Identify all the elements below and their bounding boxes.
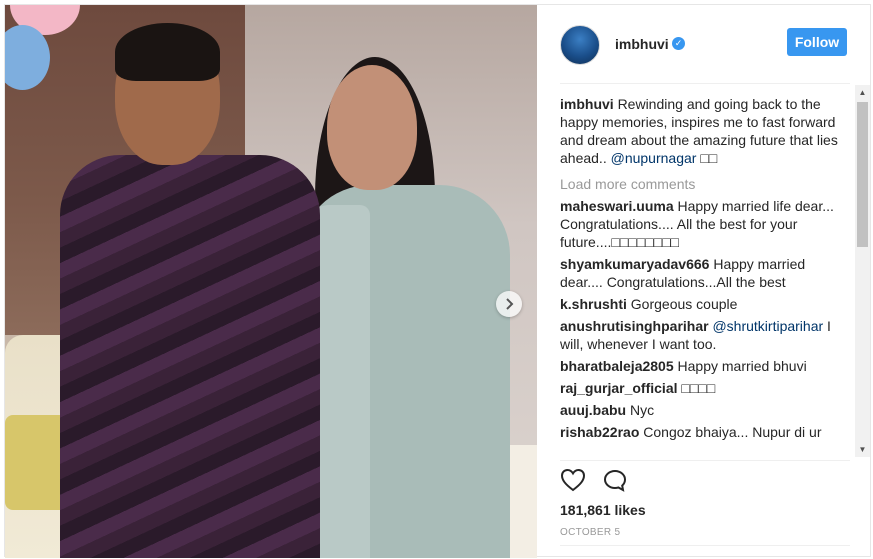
comment-icon[interactable]	[602, 468, 628, 492]
scrollbar-thumb[interactable]	[857, 102, 868, 247]
actions-divider	[560, 460, 850, 461]
comment-item: k.shrushti Gorgeous couple	[560, 295, 842, 313]
comment-text: Nyc	[630, 402, 655, 418]
comment-item: rishab22rao Congoz bhaiya... Nupur di ur	[560, 423, 842, 441]
comment-text: Happy married bhuvi	[677, 358, 807, 374]
comment-item: shyamkumaryadav666 Happy married dear...…	[560, 255, 842, 291]
comment-text: Congoz bhaiya... Nupur di ur	[643, 424, 822, 440]
comments-list[interactable]: imbhuvi Rewinding and going back to the …	[537, 85, 872, 457]
comment-username[interactable]: rishab22rao	[560, 424, 639, 440]
follow-button[interactable]: Follow	[787, 28, 847, 56]
post-side-panel: imbhuvi ✓ Follow imbhuvi Rewinding and g…	[537, 5, 872, 558]
comment-username[interactable]: auuj.babu	[560, 402, 626, 418]
post-header: imbhuvi ✓ Follow	[537, 5, 872, 83]
comment-item: bharatbaleja2805 Happy married bhuvi	[560, 357, 842, 375]
comment-mention[interactable]: @shrutkirtiparihar	[712, 318, 823, 334]
caption-username[interactable]: imbhuvi	[560, 96, 614, 112]
bottom-divider	[560, 545, 850, 546]
verified-badge-icon: ✓	[672, 37, 685, 50]
comment-item: auuj.babu Nyc	[560, 401, 842, 419]
comment-username[interactable]: bharatbaleja2805	[560, 358, 674, 374]
comment-username[interactable]: anushrutisinghparihar	[560, 318, 709, 334]
header-divider	[560, 83, 850, 84]
post-date: OCTOBER 5	[560, 527, 621, 538]
heart-icon[interactable]	[560, 468, 586, 492]
comment-username[interactable]: maheswari.uuma	[560, 198, 674, 214]
comment-item: raj_gurjar_official □□□□	[560, 379, 842, 397]
comment-username[interactable]: k.shrushti	[560, 296, 627, 312]
post-dialog: imbhuvi ✓ Follow imbhuvi Rewinding and g…	[4, 4, 872, 558]
post-caption: imbhuvi Rewinding and going back to the …	[560, 95, 842, 167]
avatar[interactable]	[560, 25, 600, 65]
comment-username[interactable]: shyamkumaryadav666	[560, 256, 709, 272]
likes-count[interactable]: 181,861 likes	[560, 502, 646, 518]
comments-scrollbar[interactable]: ▲ ▼	[855, 85, 870, 457]
comment-username[interactable]: raj_gurjar_official	[560, 380, 678, 396]
post-actions	[560, 468, 628, 498]
caption-emoji: □□	[700, 150, 718, 166]
man-figure	[60, 155, 320, 558]
next-photo-button[interactable]	[496, 291, 522, 317]
caption-mention[interactable]: @nupurnagar	[611, 150, 697, 166]
comment-text: Gorgeous couple	[630, 296, 738, 312]
comment-item: maheswari.uuma Happy married life dear..…	[560, 197, 842, 251]
woman-face	[327, 65, 417, 190]
post-photo[interactable]	[5, 5, 537, 558]
comment-text: □□□□	[681, 380, 716, 396]
man-hair	[115, 23, 220, 81]
post-username[interactable]: imbhuvi	[615, 36, 669, 52]
chevron-right-icon	[506, 298, 514, 310]
scroll-up-arrow-icon[interactable]: ▲	[855, 85, 870, 100]
load-more-comments-link[interactable]: Load more comments	[560, 175, 842, 193]
scroll-down-arrow-icon[interactable]: ▼	[855, 442, 870, 457]
comment-item: anushrutisinghparihar @shrutkirtiparihar…	[560, 317, 842, 353]
